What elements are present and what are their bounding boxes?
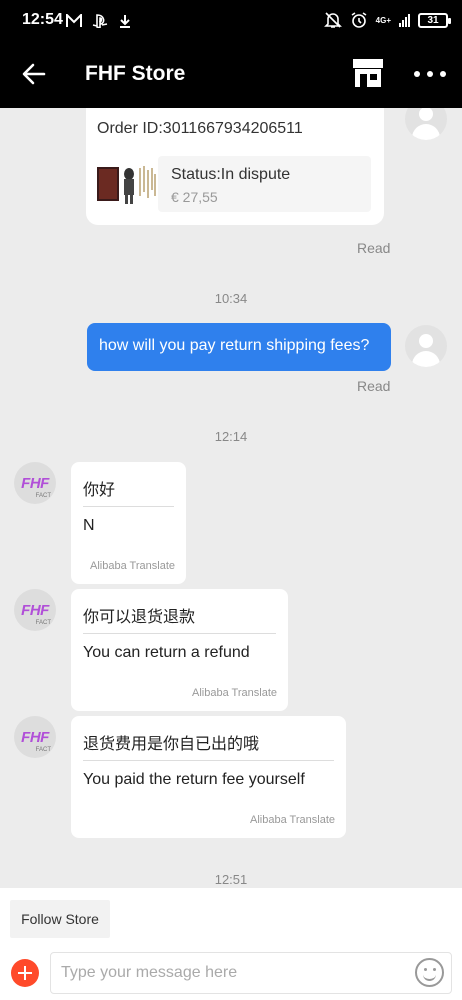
divider [83,633,276,634]
notification-icons [66,12,132,30]
status-time: 12:54 [22,11,63,28]
emoji-icon[interactable] [415,958,444,987]
translated-text: N [83,517,95,534]
alarm-icon [351,12,367,28]
store-avatar[interactable]: FHF FACT [14,462,56,504]
divider [83,760,334,761]
order-card[interactable]: Order ID:3011667934206511 Status:In disp… [86,108,384,225]
translated-text: You can return a refund [83,644,250,661]
my-avatar [405,325,447,367]
store-logo: FHF [21,728,49,746]
back-arrow-icon[interactable] [20,60,48,88]
my-avatar [405,108,447,140]
divider [83,506,174,507]
message-input[interactable] [50,952,452,994]
timestamp: 12:51 [214,872,248,887]
store-icon[interactable] [352,58,384,88]
follow-store-button[interactable]: Follow Store [10,900,110,938]
network-type: 4G+ [375,15,391,25]
original-text: 你好 [83,482,116,499]
store-title: FHF Store [85,62,186,85]
translated-text: You paid the return fee yourself [83,771,305,788]
read-receipt: Read [357,378,391,394]
translation-attribution: Alibaba Translate [90,560,175,572]
chat-area[interactable]: Order ID:3011667934206511 Status:In disp… [0,108,462,888]
playstation-icon [92,14,108,30]
store-logo: FHF [21,474,49,492]
store-avatar[interactable]: FHF FACT [14,589,56,631]
original-text: 退货费用是你自已出的哦 [83,736,260,753]
store-logo-sub: FACT [35,493,51,499]
status-right: 4G+ 31 [323,11,451,29]
signal-icon [399,13,410,27]
translation-attribution: Alibaba Translate [192,687,277,699]
product-thumbnail [96,160,158,206]
store-avatar[interactable]: FHF FACT [14,716,56,758]
store-logo: FHF [21,601,49,619]
incoming-message[interactable]: 退货费用是你自已出的哦 You paid the return fee your… [71,716,346,838]
original-text: 你可以退货退款 [83,609,196,626]
read-receipt: Read [357,240,391,256]
timestamp: 10:34 [214,291,248,306]
plus-icon[interactable] [11,959,39,987]
status-bar: 12:54 4G+ 31 [0,0,462,42]
composer-area: Follow Store [0,888,462,1000]
mail-icon [66,12,82,28]
store-logo-sub: FACT [35,620,51,626]
incoming-message[interactable]: 你可以退货退款 You can return a refund Alibaba … [71,589,288,711]
chat-header: FHF Store [0,42,462,108]
translation-attribution: Alibaba Translate [250,814,335,826]
incoming-message[interactable]: 你好 N Alibaba Translate [71,462,186,584]
timestamp: 12:14 [214,429,248,444]
order-status: Status:In dispute [171,166,291,183]
order-id: Order ID:3011667934206511 [97,120,303,137]
order-price: € 27,55 [171,189,218,205]
store-logo-sub: FACT [35,747,51,753]
download-icon [119,15,130,29]
battery-icon: 31 [418,12,451,28]
silent-icon [323,12,342,28]
outgoing-message[interactable]: how will you pay return shipping fees? [87,323,391,371]
more-icon[interactable] [414,62,446,86]
order-status-box: Status:In dispute € 27,55 [158,156,371,212]
